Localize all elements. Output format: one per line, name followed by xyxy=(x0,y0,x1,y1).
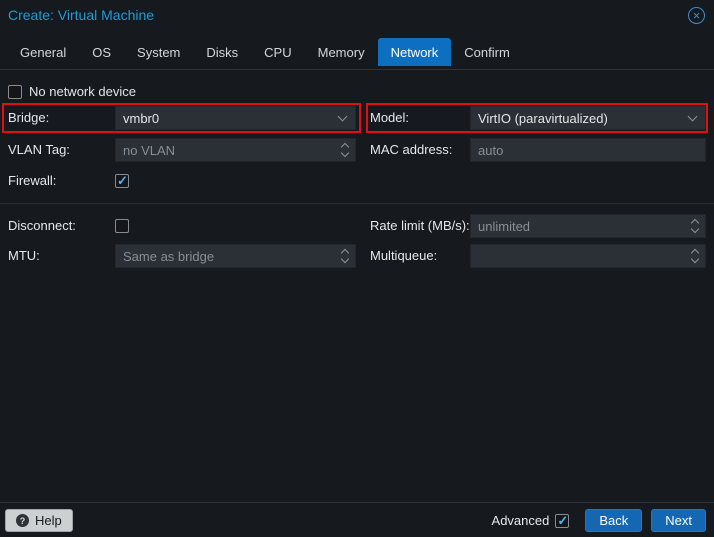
mac-address-placeholder: auto xyxy=(478,143,698,158)
vlan-spinner[interactable] xyxy=(342,144,348,156)
rate-limit-placeholder: unlimited xyxy=(478,219,686,234)
footer-bar: Help Advanced Back Next xyxy=(0,502,714,537)
bridge-label: Bridge: xyxy=(8,106,49,130)
mtu-input[interactable]: Same as bridge xyxy=(115,244,356,268)
tab-system[interactable]: System xyxy=(124,38,193,66)
close-icon[interactable] xyxy=(688,7,705,24)
mtu-placeholder: Same as bridge xyxy=(123,249,336,264)
rate-limit-label: Rate limit (MB/s): xyxy=(370,214,470,238)
tab-confirm[interactable]: Confirm xyxy=(451,38,523,66)
mtu-label: MTU: xyxy=(8,244,40,268)
vlan-tag-input[interactable]: no VLAN xyxy=(115,138,356,162)
advanced-label: Advanced xyxy=(492,513,550,528)
tab-general[interactable]: General xyxy=(7,38,79,66)
bridge-value: vmbr0 xyxy=(123,111,333,126)
footer-actions: Advanced Back Next xyxy=(492,509,706,532)
model-label: Model: xyxy=(370,106,409,130)
bridge-select[interactable]: vmbr0 xyxy=(115,106,356,130)
back-button[interactable]: Back xyxy=(585,509,642,532)
no-network-device-row: No network device xyxy=(8,84,136,99)
rate-limit-spinner[interactable] xyxy=(692,220,698,232)
rate-limit-input[interactable]: unlimited xyxy=(470,214,706,238)
multiqueue-input[interactable] xyxy=(470,244,706,268)
chevron-down-icon xyxy=(338,112,348,122)
model-select[interactable]: VirtIO (paravirtualized) xyxy=(470,106,706,130)
spinner-down-icon[interactable] xyxy=(691,255,699,263)
chevron-down-icon xyxy=(688,112,698,122)
vlan-tag-label: VLAN Tag: xyxy=(8,138,70,162)
tab-os[interactable]: OS xyxy=(79,38,124,66)
create-vm-dialog: Create: Virtual Machine General OS Syste… xyxy=(0,0,714,537)
disconnect-checkbox[interactable] xyxy=(115,219,129,233)
tab-network[interactable]: Network xyxy=(378,38,452,66)
dialog-title: Create: Virtual Machine xyxy=(8,7,154,23)
disconnect-label: Disconnect: xyxy=(8,214,76,238)
mac-address-input[interactable]: auto xyxy=(470,138,706,162)
model-value: VirtIO (paravirtualized) xyxy=(478,111,683,126)
no-network-device-checkbox[interactable] xyxy=(8,85,22,99)
firewall-checkbox[interactable] xyxy=(115,174,129,188)
mtu-spinner[interactable] xyxy=(342,250,348,262)
spinner-down-icon[interactable] xyxy=(341,149,349,157)
tab-bar: General OS System Disks CPU Memory Netwo… xyxy=(0,38,714,66)
no-network-device-label: No network device xyxy=(29,84,136,99)
next-button[interactable]: Next xyxy=(651,509,706,532)
tab-memory[interactable]: Memory xyxy=(305,38,378,66)
vlan-tag-placeholder: no VLAN xyxy=(123,143,336,158)
spinner-down-icon[interactable] xyxy=(691,225,699,233)
section-divider xyxy=(0,203,714,204)
multiqueue-spinner[interactable] xyxy=(692,250,698,262)
advanced-checkbox[interactable] xyxy=(555,514,569,528)
tab-disks[interactable]: Disks xyxy=(193,38,251,66)
firewall-label: Firewall: xyxy=(8,169,56,193)
tabbar-divider xyxy=(0,69,714,70)
help-button-label: Help xyxy=(35,513,62,528)
multiqueue-label: Multiqueue: xyxy=(370,244,437,268)
help-button[interactable]: Help xyxy=(5,509,73,532)
tab-cpu[interactable]: CPU xyxy=(251,38,304,66)
mac-address-label: MAC address: xyxy=(370,138,452,162)
spinner-down-icon[interactable] xyxy=(341,255,349,263)
help-icon xyxy=(16,514,29,527)
